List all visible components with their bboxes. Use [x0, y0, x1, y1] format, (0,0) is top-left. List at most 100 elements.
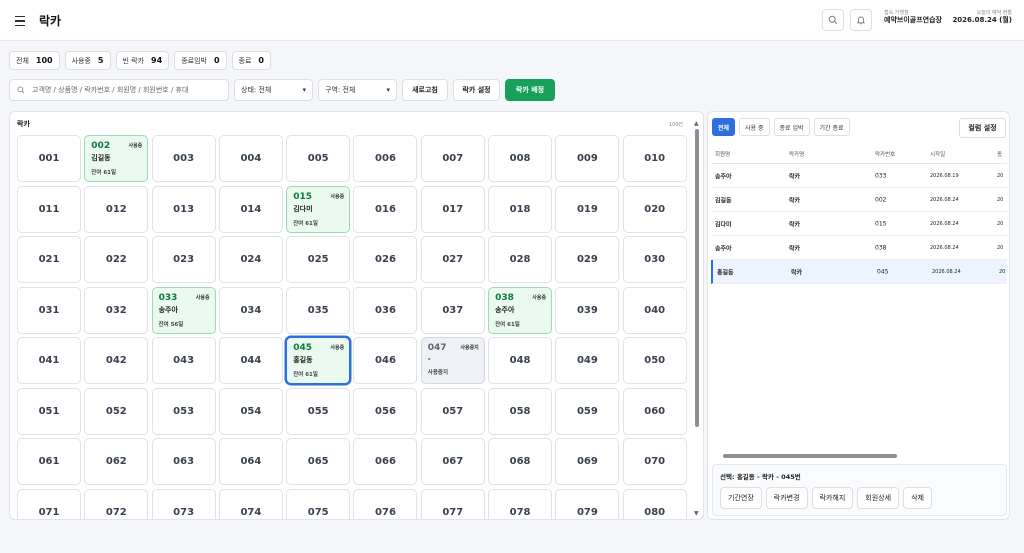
col-locker-no[interactable]: 락카번호 [875, 150, 895, 158]
member-detail-button[interactable]: 회원상세 [857, 487, 900, 509]
locker-cell[interactable]: 010 [622, 135, 687, 182]
locker-cell[interactable]: 064 [218, 438, 283, 485]
locker-cell[interactable]: 077 [420, 488, 485, 519]
locker-cell[interactable]: 034 [218, 286, 283, 334]
col-member[interactable]: 회원명 [715, 150, 730, 158]
refresh-button[interactable]: 새로고침 [402, 79, 448, 101]
col-end[interactable]: 종 [997, 150, 1002, 158]
extend-period-button[interactable]: 기간연장 [720, 487, 762, 509]
locker-cell[interactable]: 033 사용중 송주아 잔여 56일 [151, 286, 216, 334]
locker-cell[interactable]: 073 [151, 488, 216, 519]
locker-cell[interactable]: 009 [555, 135, 620, 182]
locker-cell[interactable]: 067 [420, 438, 485, 485]
stat-empty[interactable]: 빈 락카 94 [115, 51, 170, 70]
locker-cell[interactable]: 027 [420, 236, 485, 283]
hamburger-menu-icon[interactable] [10, 11, 30, 31]
locker-cell[interactable]: 022 [84, 236, 149, 283]
locker-cell[interactable]: 052 [84, 387, 149, 435]
locker-cell[interactable]: 044 [218, 337, 283, 384]
locker-cell[interactable]: 024 [218, 236, 283, 283]
locker-cell[interactable]: 071 [17, 488, 81, 519]
search-icon[interactable] [822, 9, 844, 31]
locker-cell[interactable]: 014 [218, 185, 283, 233]
table-row[interactable]: 송주아 락카 033 2026.08.19 20 [711, 164, 1007, 188]
locker-cell[interactable]: 035 [286, 286, 351, 334]
locker-cell[interactable]: 053 [151, 387, 216, 435]
locker-settings-button[interactable]: 락카 설정 [453, 79, 500, 101]
locker-cell[interactable]: 055 [286, 387, 351, 435]
stat-ended[interactable]: 종료 0 [231, 51, 271, 70]
locker-cell[interactable]: 040 [622, 286, 687, 334]
locker-cell[interactable]: 076 [353, 488, 418, 519]
locker-cell[interactable]: 023 [151, 236, 216, 283]
locker-cell[interactable]: 046 [353, 337, 418, 384]
locker-cell[interactable]: 032 [84, 286, 149, 334]
locker-cell[interactable]: 041 [17, 337, 81, 384]
delete-button[interactable]: 삭제 [903, 487, 932, 509]
locker-cell[interactable]: 070 [622, 438, 687, 485]
scroll-up-icon[interactable]: ▲ [694, 120, 699, 127]
locker-cell[interactable]: 013 [151, 185, 216, 233]
locker-cell[interactable]: 059 [555, 387, 620, 435]
table-row[interactable]: 김다미 락카 015 2026.08.24 20 [711, 212, 1007, 236]
locker-cell[interactable]: 018 [488, 185, 553, 233]
locker-cell[interactable]: 069 [555, 438, 620, 485]
stat-in-use[interactable]: 사용중 5 [64, 51, 111, 70]
col-locker-name[interactable]: 락카명 [789, 150, 804, 158]
locker-cell[interactable]: 080 [622, 488, 687, 519]
horizontal-scrollbar[interactable] [719, 453, 1006, 459]
locker-cell[interactable]: 057 [420, 387, 485, 435]
locker-cell[interactable]: 068 [488, 438, 553, 485]
locker-cell[interactable]: 030 [622, 236, 687, 283]
locker-cell[interactable]: 066 [353, 438, 418, 485]
locker-cell[interactable]: 072 [84, 488, 149, 519]
locker-cell[interactable]: 075 [286, 488, 351, 519]
locker-cell[interactable]: 019 [555, 185, 620, 233]
stat-total[interactable]: 전체 100 [9, 51, 60, 70]
status-select[interactable]: 상태: 전체 ▾ [234, 79, 313, 101]
locker-cell[interactable]: 051 [17, 387, 81, 435]
locker-cell[interactable]: 028 [488, 236, 553, 283]
locker-cell[interactable]: 008 [488, 135, 553, 182]
locker-cell[interactable]: 031 [17, 286, 81, 334]
locker-cell[interactable]: 036 [353, 286, 418, 334]
search-input[interactable]: 고객명 / 상품명 / 락카번호 / 회원명 / 회원번호 / 휴대 [9, 79, 229, 101]
tab-in-use[interactable]: 사용 중 [739, 118, 770, 136]
locker-cell[interactable]: 065 [286, 438, 351, 485]
scroll-thumb[interactable] [695, 129, 699, 427]
locker-cell[interactable]: 060 [622, 387, 687, 435]
locker-cell[interactable]: 038 사용중 송주아 잔여 61일 [488, 286, 553, 334]
locker-cell[interactable]: 001 [17, 135, 81, 182]
table-row[interactable]: 김길동 락카 002 2026.08.24 20 [711, 188, 1007, 212]
locker-cell[interactable]: 045 사용중 홍길동 잔여 61일 [286, 337, 351, 384]
locker-cell[interactable]: 029 [555, 236, 620, 283]
locker-cell[interactable]: 050 [622, 337, 687, 384]
scroll-down-icon[interactable]: ▼ [694, 510, 699, 517]
col-start[interactable]: 시작일 [930, 150, 945, 158]
zone-select[interactable]: 구역: 전체 ▾ [318, 79, 397, 101]
assign-locker-button[interactable]: 락카 배정 [505, 79, 555, 101]
locker-cell[interactable]: 074 [218, 488, 283, 519]
locker-cell[interactable]: 006 [353, 135, 418, 182]
terminate-locker-button[interactable]: 락카해지 [811, 487, 854, 509]
locker-cell[interactable]: 004 [218, 135, 283, 182]
locker-cell[interactable]: 049 [555, 337, 620, 384]
locker-cell[interactable]: 054 [218, 387, 283, 435]
locker-cell[interactable]: 058 [488, 387, 553, 435]
locker-cell[interactable]: 056 [353, 387, 418, 435]
locker-cell[interactable]: 078 [488, 488, 553, 519]
table-row[interactable]: 홍길동 락카 045 2026.08.24 20 [711, 260, 1007, 284]
locker-cell[interactable]: 037 [420, 286, 485, 334]
column-settings-button[interactable]: 컬럼 설정 [959, 118, 1006, 138]
locker-cell[interactable]: 039 [555, 286, 620, 334]
locker-cell[interactable]: 026 [353, 236, 418, 283]
locker-cell[interactable]: 079 [555, 488, 620, 519]
locker-cell[interactable]: 002 사용중 김길동 잔여 61일 [84, 135, 149, 182]
locker-cell[interactable]: 012 [84, 185, 149, 233]
locker-cell[interactable]: 020 [622, 185, 687, 233]
locker-cell[interactable]: 016 [353, 185, 418, 233]
locker-cell[interactable]: 007 [420, 135, 485, 182]
bell-icon[interactable] [850, 9, 872, 31]
locker-cell[interactable]: 021 [17, 236, 81, 283]
vertical-scrollbar[interactable]: ▲ ▼ [694, 120, 700, 517]
